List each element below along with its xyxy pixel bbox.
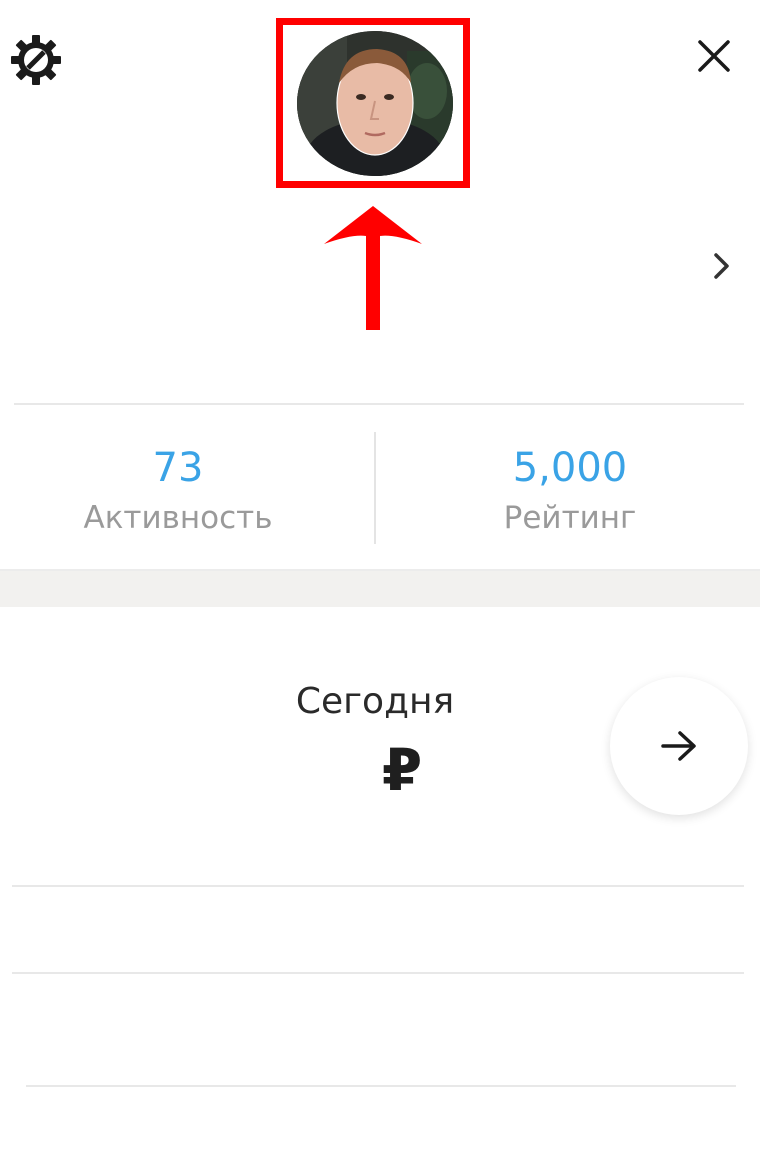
stats-separator bbox=[374, 432, 376, 544]
annotation-arrow-icon bbox=[324, 206, 422, 330]
rating-value: 5,000 bbox=[512, 445, 628, 491]
close-icon bbox=[698, 40, 730, 72]
section-separator bbox=[0, 571, 760, 607]
activity-label: Активность bbox=[83, 500, 273, 536]
profile-details-button[interactable] bbox=[700, 244, 744, 288]
gear-icon bbox=[11, 35, 61, 85]
next-button[interactable] bbox=[610, 677, 748, 815]
activity-value: 73 bbox=[152, 445, 204, 491]
divider-row-1 bbox=[12, 885, 744, 887]
today-title: Сегодня bbox=[295, 681, 455, 722]
chevron-right-icon bbox=[714, 253, 729, 279]
settings-button[interactable] bbox=[6, 30, 66, 90]
avatar-highlight-box bbox=[276, 18, 470, 188]
arrow-right-icon bbox=[661, 731, 696, 761]
stat-rating[interactable]: 5,000 Рейтинг bbox=[420, 438, 720, 548]
stat-activity[interactable]: 73 Активность bbox=[28, 438, 328, 548]
divider-row-3 bbox=[26, 1085, 736, 1087]
close-button[interactable] bbox=[684, 26, 744, 86]
earnings-currency: ₽ bbox=[381, 736, 423, 804]
rating-label: Рейтинг bbox=[503, 500, 637, 536]
divider-row-2 bbox=[12, 972, 744, 974]
divider-top bbox=[14, 403, 744, 405]
